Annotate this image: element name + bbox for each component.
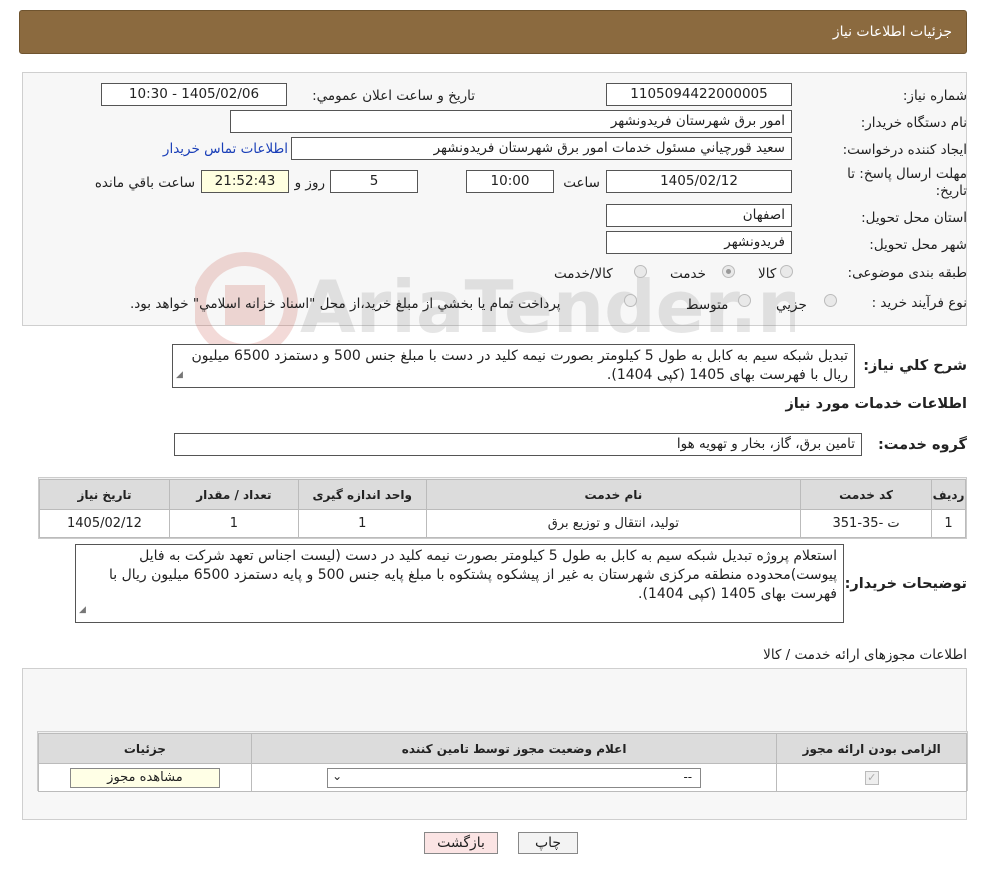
print-button[interactable]: چاپ — [518, 832, 578, 854]
permits-table-container: الزامی بودن ارائه مجوز اعلام وضعيت مجوز … — [37, 731, 968, 792]
summary-text: تبديل شبکه سيم به کابل به طول 5 کيلومتر … — [191, 348, 849, 383]
resize-grip-icon[interactable]: ◢ — [176, 366, 183, 385]
col-permit-required: الزامی بودن ارائه مجوز — [776, 733, 967, 764]
category-radio-goods-service[interactable] — [634, 265, 647, 278]
buyer-contact-link[interactable]: اطلاعات تماس خريدار — [163, 141, 288, 157]
page-title: جزئيات اطلاعات نياز — [832, 24, 952, 40]
category-option-goods-service: کالا/خدمت — [554, 266, 613, 282]
summary-label: شرح کلي نياز: — [863, 358, 967, 374]
permit-required-cell: ✓ — [776, 763, 967, 792]
permit-details-cell: مشاهده مجوز — [38, 763, 252, 792]
buyer-notes-textarea[interactable]: استعلام پروژه تبديل شبکه سيم به کابل به … — [75, 544, 844, 623]
treasury-checkbox[interactable] — [624, 294, 637, 307]
remaining-label: ساعت باقي مانده — [94, 175, 195, 191]
category-option-goods: کالا — [758, 266, 777, 282]
category-label: طبقه بندی موضوعی: — [847, 265, 967, 281]
city-label: شهر محل تحويل: — [869, 237, 967, 253]
col-permit-status: اعلام وضعيت مجوز توسط تامين کننده — [250, 733, 778, 764]
deadline-label: مهلت ارسال پاسخ: تا تاريخ: — [847, 166, 967, 199]
announce-label: تاريخ و ساعت اعلان عمومي: — [312, 88, 475, 104]
deadline-time-label: ساعت — [563, 175, 600, 191]
city-field: فريدونشهر — [606, 231, 792, 254]
need-number-label: شماره نياز: — [902, 88, 967, 104]
creator-label: ايجاد کننده درخواست: — [842, 142, 967, 158]
process-radio-minor[interactable] — [824, 294, 837, 307]
row-name: توليد، انتقال و توزيع برق — [425, 509, 802, 538]
process-option-minor: جزيي — [776, 297, 807, 313]
deadline-date-field: 1405/02/12 — [606, 170, 792, 193]
buyer-notes-label: توضيحات خريدار: — [844, 576, 967, 592]
permit-status-select[interactable]: -- ⌄ — [327, 767, 702, 788]
permits-table: الزامی بودن ارائه مجوز اعلام وضعيت مجوز … — [38, 733, 967, 792]
process-label: نوع فرآيند خريد : — [871, 295, 967, 311]
need-number-field: 1105094422000005 — [606, 83, 792, 106]
col-name: نام خدمت — [425, 479, 802, 510]
days-label: روز و — [294, 175, 325, 191]
row-code: ت -35-351 — [800, 509, 933, 538]
permit-status-value: -- — [683, 769, 693, 784]
process-note: پرداخت تمام يا بخشي از مبلغ خريد،از محل … — [130, 296, 561, 312]
service-group-label: گروه خدمت: — [877, 437, 967, 453]
permits-section-title: اطلاعات مجوزهای ارائه خدمت / کالا — [763, 647, 967, 663]
services-table-container: رديف کد خدمت نام خدمت واحد اندازه گيری ت… — [38, 477, 967, 539]
col-unit: واحد اندازه گيری — [297, 479, 427, 510]
permit-required-checkbox[interactable]: ✓ — [864, 771, 879, 785]
category-radio-goods[interactable] — [780, 265, 793, 278]
col-qty: تعداد / مقدار — [168, 479, 299, 510]
days-field: 5 — [330, 170, 418, 193]
resize-grip-icon[interactable]: ◢ — [79, 601, 86, 620]
permits-table-header: الزامی بودن ارائه مجوز اعلام وضعيت مجوز … — [38, 733, 967, 764]
table-row: ✓ -- ⌄ مشاهده مجوز — [38, 763, 967, 792]
col-date: تاريخ نياز — [39, 479, 170, 510]
row-index: 1 — [931, 509, 966, 538]
table-row: 1 ت -35-351 توليد، انتقال و توزيع برق 1 … — [39, 509, 966, 538]
services-table: رديف کد خدمت نام خدمت واحد اندازه گيری ت… — [39, 479, 966, 538]
back-button[interactable]: بازگشت — [424, 832, 498, 854]
col-index: رديف — [931, 479, 966, 510]
row-qty: 1 — [168, 509, 299, 538]
summary-textarea[interactable]: تبديل شبکه سيم به کابل به طول 5 کيلومتر … — [172, 344, 855, 388]
category-option-service: خدمت — [670, 266, 706, 282]
col-permit-details: جزئيات — [38, 733, 252, 764]
buyer-field: امور برق شهرستان فريدونشهر — [230, 110, 792, 133]
process-radio-medium[interactable] — [738, 294, 751, 307]
buyer-notes-text: استعلام پروژه تبديل شبکه سيم به کابل به … — [108, 548, 837, 602]
service-group-field: تامين برق، گاز، بخار و تهويه هوا — [174, 433, 862, 456]
province-field: اصفهان — [606, 204, 792, 227]
permit-status-cell: -- ⌄ — [250, 763, 778, 792]
remaining-time-field: 21:52:43 — [201, 170, 289, 193]
services-table-header: رديف کد خدمت نام خدمت واحد اندازه گيری ت… — [39, 479, 966, 510]
row-unit: 1 — [297, 509, 427, 538]
view-permit-button[interactable]: مشاهده مجوز — [69, 767, 220, 788]
creator-field: سعيد قورچياني مسئول خدمات امور برق شهرست… — [291, 137, 792, 160]
col-code: کد خدمت — [800, 479, 933, 510]
category-radio-service[interactable] — [722, 265, 735, 278]
buyer-label: نام دستگاه خريدار: — [860, 115, 967, 131]
deadline-time-field: 10:00 — [466, 170, 554, 193]
process-option-medium: متوسط — [686, 297, 729, 313]
province-label: استان محل تحويل: — [861, 210, 967, 226]
services-section-title: اطلاعات خدمات مورد نياز — [785, 396, 967, 412]
page-header: جزئيات اطلاعات نياز — [19, 10, 967, 54]
chevron-down-icon: ⌄ — [332, 768, 343, 783]
row-date: 1405/02/12 — [39, 509, 170, 538]
announce-field: 1405/02/06 - 10:30 — [101, 83, 287, 106]
